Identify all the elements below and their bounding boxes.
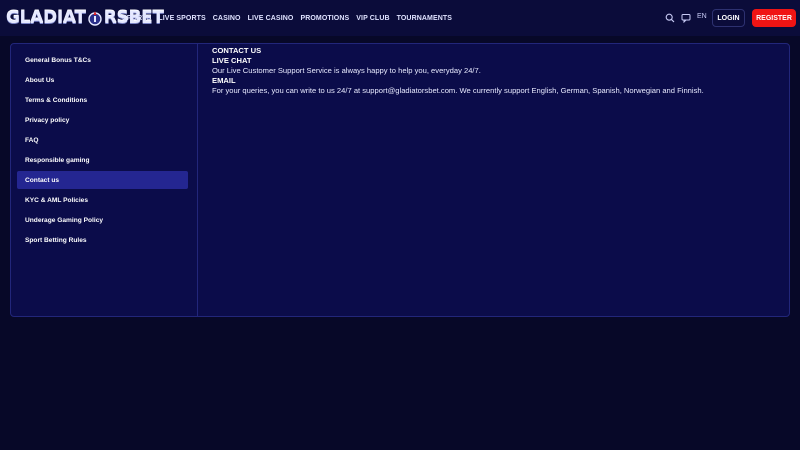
email-text: For your queries, you can write to us 24… — [212, 86, 704, 95]
nav-vip-club[interactable]: VIP CLUB — [356, 15, 389, 22]
nav-live-sports[interactable]: LIVE SPORTS — [158, 15, 205, 22]
login-button[interactable]: LOGIN — [712, 9, 745, 27]
content-panel: General Bonus T&Cs About Us Terms & Cond… — [10, 43, 790, 317]
sidebar: General Bonus T&Cs About Us Terms & Cond… — [11, 44, 198, 316]
email-heading: EMAIL — [212, 76, 236, 85]
nav-promotions[interactable]: PROMOTIONS — [300, 15, 349, 22]
sidebar-item-about-us[interactable]: About Us — [17, 71, 188, 89]
nav-sports[interactable]: SPORTS — [122, 15, 151, 22]
top-header: GLADIAT RSBET SPORTS LIVE SPORTS CASINO … — [0, 0, 800, 36]
nav-casino[interactable]: CASINO — [213, 15, 241, 22]
sidebar-item-underage-gaming[interactable]: Underage Gaming Policy — [17, 211, 188, 229]
live-chat-text: Our Live Customer Support Service is alw… — [212, 66, 481, 75]
live-chat-heading: LIVE CHAT — [212, 56, 252, 65]
nav-tournaments[interactable]: TOURNAMENTS — [397, 15, 452, 22]
sidebar-item-kyc-aml[interactable]: KYC & AML Policies — [17, 191, 188, 209]
page-title: CONTACT US — [212, 46, 262, 55]
sidebar-item-sport-betting-rules[interactable]: Sport Betting Rules — [17, 231, 188, 249]
language-selector[interactable]: EN — [697, 13, 707, 20]
logo-text-left: GLADIAT — [6, 8, 86, 28]
sidebar-item-general-bonus[interactable]: General Bonus T&Cs — [17, 51, 188, 69]
sidebar-item-faq[interactable]: FAQ — [17, 131, 188, 149]
nav-live-casino[interactable]: LIVE CASINO — [248, 15, 294, 22]
sidebar-item-contact-us[interactable]: Contact us — [17, 171, 188, 189]
sidebar-item-responsible-gaming[interactable]: Responsible gaming — [17, 151, 188, 169]
main-content: CONTACT US LIVE CHAT Our Live Customer S… — [212, 46, 782, 96]
chat-icon[interactable] — [680, 12, 692, 24]
search-icon[interactable] — [664, 12, 676, 24]
helmet-logo-icon — [87, 10, 103, 26]
sidebar-item-privacy[interactable]: Privacy policy — [17, 111, 188, 129]
main-nav: SPORTS LIVE SPORTS CASINO LIVE CASINO PR… — [122, 0, 459, 36]
register-button[interactable]: REGISTER — [752, 9, 796, 27]
sidebar-item-terms[interactable]: Terms & Conditions — [17, 91, 188, 109]
